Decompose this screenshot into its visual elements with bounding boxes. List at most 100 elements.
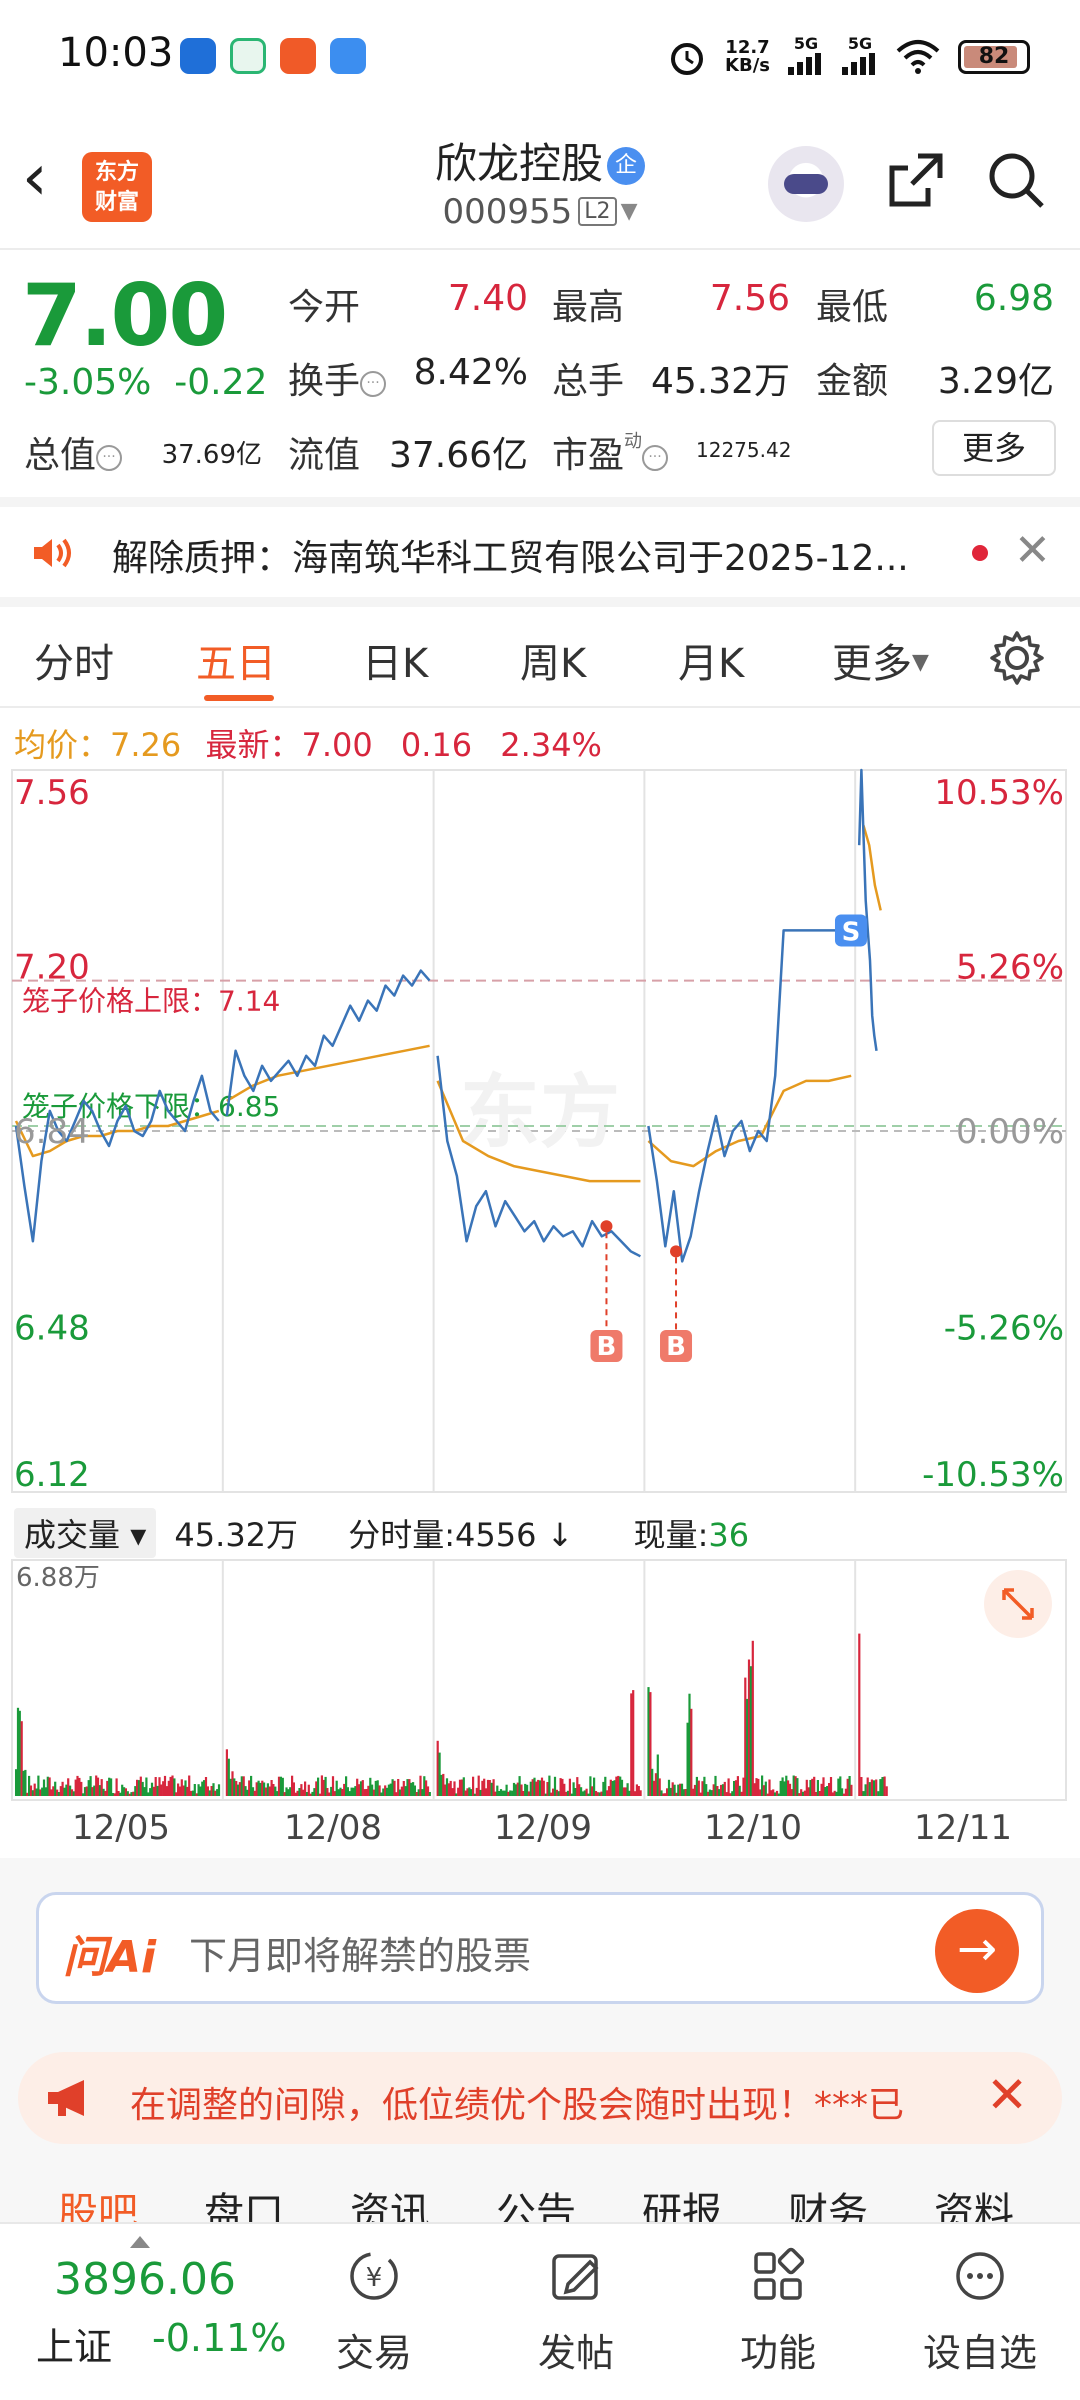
volume-bar [326,1788,329,1796]
ai-search-box[interactable]: 问Ai 下月即将解禁的股票 → [36,1892,1044,2004]
volume-bar [208,1790,211,1796]
low-value: 6.98 [973,278,1054,319]
status-indicators: 12.7 KB/s 5G 5G 82 [667,34,1030,79]
volume-bar [69,1785,72,1796]
section-gap [0,597,1080,607]
volume-bar [54,1781,57,1796]
post-button[interactable]: 发帖 [506,2244,646,2377]
volume-bar [464,1790,467,1796]
volume-bar [499,1789,503,1796]
ai-search-input[interactable]: 下月即将解禁的股票 [189,1925,531,1980]
volume-bar [445,1778,449,1796]
volume-bar [568,1778,571,1796]
alarm-icon [671,42,704,75]
volume-bar [124,1788,127,1796]
info-icon[interactable]: ··· [642,445,669,471]
volume-bar [436,1740,439,1796]
tab-monthly-k[interactable]: 月K [678,631,744,689]
volume-bar [624,1787,627,1796]
volume-bar [85,1786,88,1796]
volume-bar [578,1784,581,1796]
tab-intraday[interactable]: 分时 [34,631,114,689]
close-icon[interactable]: ✕ [986,2066,1028,2124]
volume-bar [885,1786,888,1796]
volume-bar [361,1780,364,1796]
volume-bar [277,1776,281,1796]
add-watchlist-button[interactable]: 设自选 [910,2244,1050,2377]
volume-bar [858,1633,861,1796]
volume-bar [428,1792,431,1796]
search-icon[interactable] [984,148,1048,212]
tab-weekly-k[interactable]: 周K [520,631,586,689]
arrow-right-icon[interactable]: → [935,1909,1019,1993]
float-value: 37.66亿 [388,435,528,476]
pe-value: 12275.42 [696,438,792,462]
volume-bar [169,1776,172,1796]
buy-marker-label: B [597,1332,617,1362]
volume-bar [48,1777,51,1796]
volume-bar [783,1781,786,1796]
volume-bar [801,1791,805,1796]
trade-button[interactable]: ¥ 交易 [304,2244,444,2377]
app-notification-icon [280,38,316,74]
y-axis-right-label: -5.26% [944,1309,1064,1349]
volume-bar [93,1785,96,1796]
volume-indicator-select[interactable]: 成交量 ▾ [14,1508,157,1558]
date-label: 12/05 [72,1808,170,1848]
tab-five-day[interactable]: 五日 [196,631,276,689]
close-icon[interactable]: ✕ [1014,525,1051,576]
volume-bar [337,1789,340,1796]
index-name[interactable]: 上证 [36,2316,112,2371]
signal-5g-2: 5G [842,34,878,79]
volume-bar [684,1789,687,1796]
volume-bar [635,1784,638,1796]
volume-bar [671,1782,674,1796]
expand-up-icon[interactable] [130,2236,150,2248]
mktcap-label: 总值 ··· [24,426,123,478]
promo-text: 在调整的间隙，低位绩优个股会随时出现！***已 [130,2085,905,2126]
latest-change: 0.16 [400,726,473,764]
expand-icon[interactable] [984,1570,1052,1638]
volume-bar [233,1778,236,1796]
volume-bar [100,1779,103,1796]
ai-robot-icon[interactable] [768,146,844,222]
trade-label: 交易 [335,2331,412,2375]
more-button[interactable]: 更多 [932,420,1056,476]
volume-bar [498,1791,501,1796]
volume-bar [660,1790,663,1796]
latest-value: 7.00 [301,726,373,764]
volume-bar [527,1791,530,1796]
stock-code: 000955 [442,192,573,232]
volume-bar [195,1793,198,1796]
index-change[interactable]: -0.11% [152,2316,286,2360]
promo-banner[interactable]: 在调整的间隙，低位绩优个股会随时出现！***已 ✕ [18,2052,1062,2144]
volume-bar [115,1778,118,1796]
tab-more[interactable]: 更多▼ [832,631,929,689]
volume-bar [440,1774,443,1796]
volume-bar [639,1790,642,1796]
index-value[interactable]: 3896.06 [54,2254,236,2305]
volume-bar [835,1791,838,1796]
volume-bar [352,1787,355,1796]
low-label: 最低 [816,287,889,328]
divider [0,248,1080,250]
volume-bar [102,1788,105,1796]
notice-bar[interactable]: 解除质押：海南筑华科工贸有限公司于2025-12... ✕ [0,507,1080,597]
functions-button[interactable]: 功能 [708,2244,848,2377]
volume-bar [163,1775,167,1796]
info-icon[interactable]: ··· [96,445,123,471]
volume-bar [475,1787,478,1796]
gear-icon[interactable] [988,629,1046,687]
volume-bar [106,1780,109,1796]
volume-bar [587,1793,590,1796]
volume-bar [178,1786,181,1796]
share-icon[interactable] [884,148,948,212]
tab-daily-k[interactable]: 日K [362,631,428,689]
volume-bar [395,1792,398,1796]
chart-grid [11,769,1067,1801]
divider [0,706,1080,708]
volume-bar [563,1783,566,1796]
five-day-chart[interactable]: 东方 笼子价格上限：7.14笼子价格下限：6.85 B BS 7.567.206.… [0,760,1080,1860]
info-icon[interactable]: ··· [360,371,387,397]
volume-bar [72,1791,75,1796]
